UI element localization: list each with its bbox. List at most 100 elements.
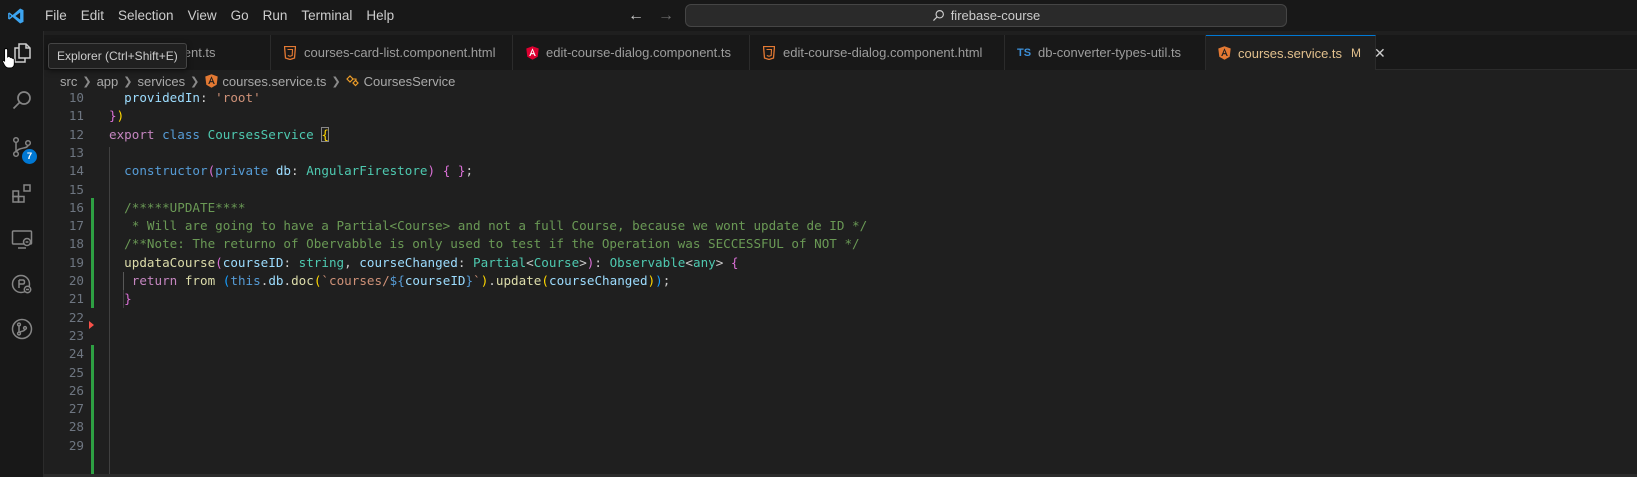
code-line: 26 xyxy=(44,382,1637,400)
line-number: 27 xyxy=(68,401,84,417)
code-line: 15 xyxy=(44,181,1637,199)
code-text: } xyxy=(124,291,132,307)
line-number: 17 xyxy=(68,218,84,234)
line-number: 10 xyxy=(68,90,84,105)
chevron-right-icon: ❯ xyxy=(190,75,200,88)
extensions-icon[interactable] xyxy=(0,171,44,215)
chevron-right-icon: ❯ xyxy=(331,75,341,88)
search-icon xyxy=(932,10,944,21)
accounts-icon[interactable] xyxy=(0,262,44,306)
menu-edit[interactable]: Edit xyxy=(74,0,111,31)
code-line: 22 xyxy=(44,309,1637,327)
navigation-arrows: ← → xyxy=(628,0,674,31)
tab-label: courses-card-list.component.html xyxy=(304,45,496,60)
source-control-icon[interactable]: 7 xyxy=(0,125,44,169)
line-number: 15 xyxy=(68,181,84,197)
code-line: 16 /*****UPDATE**** xyxy=(44,199,1637,217)
breadcrumb-services[interactable]: services xyxy=(137,74,185,89)
tab-label: db-converter-types-util.ts xyxy=(1038,45,1182,60)
code-editor[interactable]: 10 providedIn: 'root' 11}) 12 export clas… xyxy=(44,89,1637,477)
close-icon[interactable]: ✕ xyxy=(1374,45,1386,62)
line-number: 28 xyxy=(68,419,84,435)
line-number: 22 xyxy=(68,309,84,325)
tab-edit-course-dialog-html[interactable]: edit-course-dialog.component.html xyxy=(750,35,1005,70)
line-number: 23 xyxy=(68,327,84,343)
code-line: 12 export class CoursesService { xyxy=(44,126,1637,144)
code-line: 18 /**Note: The returno of Obervabble is… xyxy=(44,235,1637,253)
code-line: 21 } xyxy=(44,290,1637,308)
breadcrumb-app[interactable]: app xyxy=(97,74,119,89)
code-line: 23 xyxy=(44,327,1637,345)
code-text: }) xyxy=(109,108,125,124)
tab-db-converter-types-util[interactable]: TS db-converter-types-util.ts xyxy=(1005,35,1206,70)
code-line: 13 xyxy=(44,144,1637,162)
editor-tab-bar: omponent.ts courses-card-list.component.… xyxy=(44,35,1637,70)
html-icon xyxy=(762,45,776,60)
code-line: 14 constructor(private db: AngularFirest… xyxy=(44,162,1637,180)
breadcrumb-src[interactable]: src xyxy=(60,74,77,89)
line-number: 25 xyxy=(68,364,84,380)
menu-view[interactable]: View xyxy=(181,0,224,31)
line-number: 14 xyxy=(68,163,84,179)
mouse-cursor-icon xyxy=(2,47,16,72)
vscode-logo-icon xyxy=(2,0,30,31)
tab-courses-service[interactable]: courses.service.ts M ✕ xyxy=(1206,35,1386,70)
code-text: /**Note: The returno of Obervabble is on… xyxy=(109,236,860,252)
code-text: updataCourse(courseID: string, courseCha… xyxy=(124,254,739,270)
code-line: 27 xyxy=(44,400,1637,418)
remote-explorer-icon[interactable] xyxy=(0,217,44,261)
menu-selection[interactable]: Selection xyxy=(111,0,181,31)
line-number: 18 xyxy=(68,236,84,252)
menu-bar: File Edit Selection View Go Run Terminal… xyxy=(38,0,401,31)
search-icon[interactable] xyxy=(0,78,44,122)
forward-arrow-icon[interactable]: → xyxy=(658,7,674,25)
code-text: export class CoursesService { xyxy=(109,126,329,142)
code-text: return from (this.db.doc(`courses/${cour… xyxy=(131,273,671,288)
back-arrow-icon[interactable]: ← xyxy=(628,7,644,25)
chevron-right-icon: ❯ xyxy=(123,75,133,88)
angular-icon xyxy=(1218,46,1231,60)
menu-file[interactable]: File xyxy=(38,0,74,31)
code-text: * Will are going to have a Partial<Cours… xyxy=(109,218,868,234)
line-number: 21 xyxy=(68,291,84,307)
title-bar: File Edit Selection View Go Run Terminal… xyxy=(0,0,1637,31)
line-number: 16 xyxy=(68,199,84,215)
code-text: providedIn: 'root' xyxy=(124,90,261,105)
line-number: 26 xyxy=(68,382,84,398)
menu-go[interactable]: Go xyxy=(224,0,256,31)
source-control-badge: 7 xyxy=(22,149,37,164)
modified-indicator: M xyxy=(1351,46,1362,60)
tab-label: edit-course-dialog.component.ts xyxy=(546,45,731,60)
tab-edit-course-dialog-ts[interactable]: edit-course-dialog.component.ts xyxy=(513,35,750,70)
breadcrumb-class[interactable]: CoursesService xyxy=(364,74,456,89)
menu-terminal[interactable]: Terminal xyxy=(294,0,359,31)
search-text: firebase-course xyxy=(950,8,1041,23)
line-number: 12 xyxy=(68,126,84,142)
line-number: 24 xyxy=(68,346,84,362)
tab-label: courses.service.ts xyxy=(1238,45,1343,61)
ts-icon: TS xyxy=(1016,46,1032,59)
line-number: 11 xyxy=(68,108,84,124)
code-text: /*****UPDATE**** xyxy=(109,199,246,215)
menu-help[interactable]: Help xyxy=(359,0,401,31)
tab-courses-card-list-html[interactable]: courses-card-list.component.html xyxy=(271,35,513,70)
git-graph-icon[interactable] xyxy=(0,307,44,351)
command-center-search[interactable]: firebase-course xyxy=(685,4,1287,27)
html-icon xyxy=(283,45,297,60)
menu-run[interactable]: Run xyxy=(256,0,295,31)
class-symbol-icon xyxy=(345,74,360,88)
angular-icon xyxy=(525,45,539,60)
code-text: constructor(private db: AngularFirestore… xyxy=(124,163,474,179)
chevron-right-icon: ❯ xyxy=(82,75,92,88)
code-line: 20 return from (this.db.doc(`courses/${c… xyxy=(44,272,1637,290)
code-line: 19 updataCourse(courseID: string, course… xyxy=(44,254,1637,272)
angular-icon xyxy=(204,74,218,88)
activity-bar: 7 xyxy=(0,31,44,477)
breadcrumb-file[interactable]: courses.service.ts xyxy=(222,74,326,89)
line-number: 29 xyxy=(68,437,84,453)
code-line: 28 xyxy=(44,418,1637,436)
line-number: 20 xyxy=(68,273,84,288)
explorer-tooltip: Explorer (Ctrl+Shift+E) xyxy=(48,43,187,69)
code-line: 10 providedIn: 'root' xyxy=(44,89,1637,107)
code-line: 25 xyxy=(44,364,1637,382)
